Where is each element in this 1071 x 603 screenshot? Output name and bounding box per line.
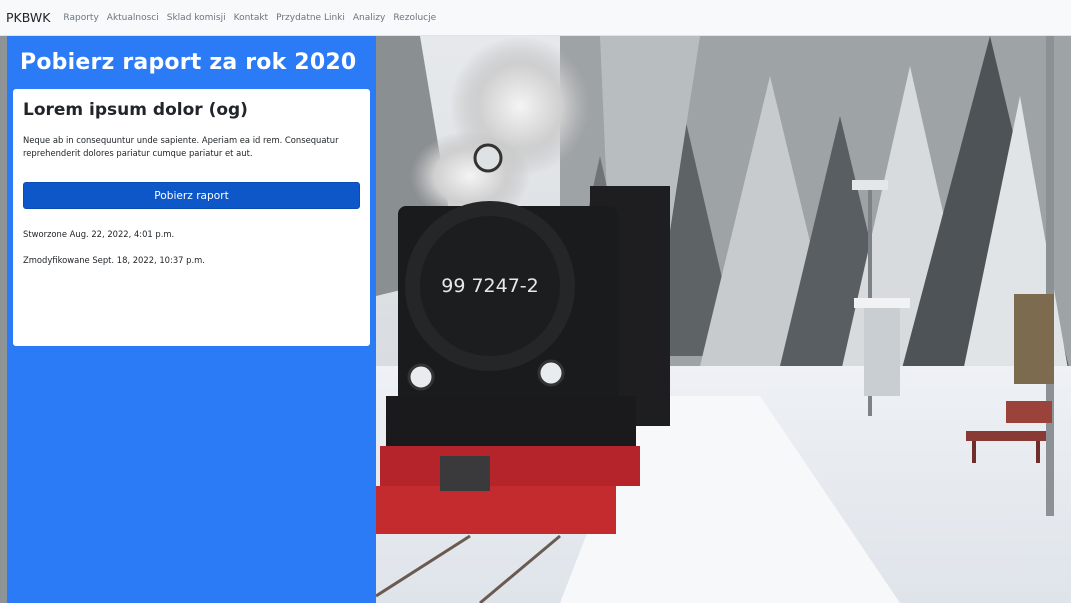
nav-link-raporty[interactable]: Raporty bbox=[63, 13, 98, 23]
report-title: Lorem ipsum dolor (og) bbox=[23, 100, 248, 120]
report-panel: Pobierz raport za rok 2020 Lorem ipsum d… bbox=[7, 36, 376, 603]
page-title: Pobierz raport za rok 2020 bbox=[20, 50, 357, 75]
download-report-button[interactable]: Pobierz raport bbox=[23, 182, 360, 209]
created-date: Stworzone Aug. 22, 2022, 4:01 p.m. bbox=[23, 229, 175, 239]
nav-link-rezolucje[interactable]: Rezolucje bbox=[393, 13, 436, 23]
brand-link[interactable]: PKBWK bbox=[6, 10, 50, 25]
nav-link-kontakt[interactable]: Kontakt bbox=[234, 13, 268, 23]
top-navbar: PKBWK Raporty Aktualnosci Sklad komisji … bbox=[0, 0, 1071, 36]
modified-date: Zmodyfikowane Sept. 18, 2022, 10:37 p.m. bbox=[23, 255, 205, 265]
report-description: Neque ab in consequuntur unde sapiente. … bbox=[23, 135, 339, 158]
nav-link-aktualnosci[interactable]: Aktualnosci bbox=[107, 13, 159, 23]
nav-link-sklad-komisji[interactable]: Sklad komisji bbox=[167, 13, 226, 23]
nav-links: Raporty Aktualnosci Sklad komisji Kontak… bbox=[63, 13, 436, 23]
nav-link-analizy[interactable]: Analizy bbox=[353, 13, 385, 23]
report-card: Lorem ipsum dolor (og) Neque ab in conse… bbox=[13, 89, 370, 346]
locomotive-number: 99 7247-2 bbox=[441, 275, 539, 297]
nav-link-przydatne-linki[interactable]: Przydatne Linki bbox=[276, 13, 345, 23]
